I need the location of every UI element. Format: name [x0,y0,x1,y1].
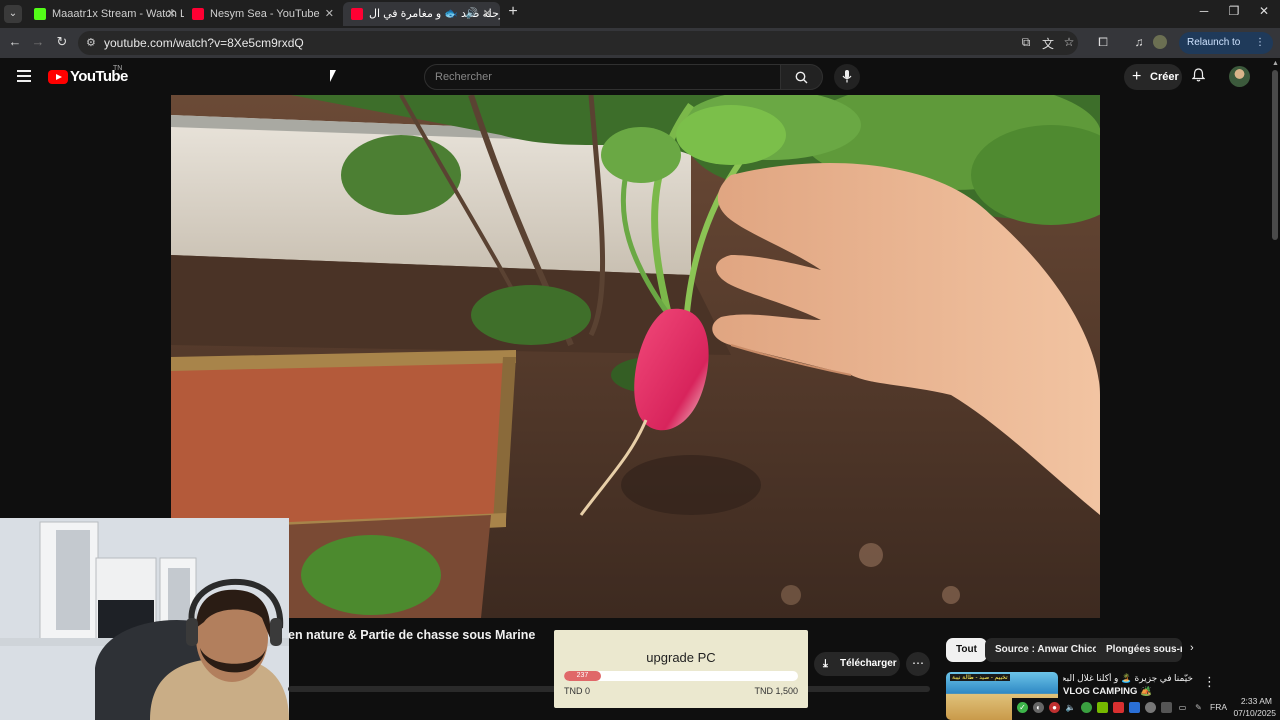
chevron-right-icon[interactable]: › [1190,642,1194,654]
scroll-up-arrow-icon[interactable]: ▲ [1272,60,1279,67]
goal-max-label: TND 1,500 [754,686,798,696]
back-button[interactable]: ← [6,34,24,49]
download-label: Télécharger [840,658,897,669]
network-icon[interactable]: ▭ [1177,702,1188,713]
browser-toolbar: ← → ↻ ⚙ youtube.com/watch?v=8Xe5cm9rxdQ … [0,28,1280,70]
goal-progress-bar: 237 [564,671,798,681]
youtube-play-icon [48,70,68,84]
close-window-button[interactable]: ✕ [1254,4,1274,18]
mouse-cursor [330,70,336,82]
extensions-icon[interactable]: ⧠ [1095,35,1111,50]
scrollbar-thumb[interactable] [1272,70,1278,240]
browser-tab-strip: ⌄ Maaatr1x Stream - Watch Live o ✕ Nesym… [0,0,1280,28]
menu-icon[interactable] [17,70,31,82]
more-actions-button[interactable]: ⋯ [906,652,930,676]
create-label: Créer [1150,71,1179,83]
relaunch-to-update-button[interactable]: Relaunch to update ⋮ [1179,32,1273,70]
tray-app-icon[interactable] [1145,702,1156,713]
forward-button[interactable]: → [29,34,47,49]
video-title: en nature & Partie de chasse sous Marine [288,628,536,642]
chip-all[interactable]: Tout [946,638,987,662]
notifications-bell-icon[interactable] [1191,68,1206,85]
youtube-icon [351,8,363,20]
goal-title: upgrade PC [646,650,716,665]
volume-icon[interactable]: 🔈 [1065,702,1076,713]
tab-nesym-sea[interactable]: Nesym Sea - YouTube ✕ [184,2,342,26]
address-bar[interactable]: ⚙ youtube.com/watch?v=8Xe5cm9rxdQ [78,31,1078,55]
country-code: TN [113,65,123,72]
account-avatar[interactable] [1229,66,1250,87]
tray-mic-muted-icon[interactable]: ● [1049,702,1060,713]
reload-button[interactable]: ↻ [53,34,71,50]
tab-label: Maaatr1x Stream - Watch Live o [52,8,184,20]
close-icon[interactable]: ✕ [325,2,334,26]
tray-app-icon[interactable] [1081,702,1092,713]
thumbnail-caption: تخييم - صيد - طالة نيبة [950,674,1010,681]
tab-label: رحلة صيد 🐟 و مغامرة في ال [369,8,500,20]
create-button[interactable]: + Créer [1124,64,1182,90]
webcam-overlay [0,518,289,720]
restore-button[interactable]: ❐ [1224,4,1244,18]
tab-kick-stream[interactable]: Maaatr1x Stream - Watch Live o ✕ [26,2,184,26]
close-icon[interactable]: ✕ [483,2,492,26]
minimize-button[interactable]: ─ [1194,4,1214,18]
search-button[interactable] [780,64,823,90]
language-indicator[interactable]: FRA [1210,702,1227,712]
clock-time[interactable]: 2:33 AM [1226,696,1272,706]
search-icon [795,71,808,84]
translate-icon[interactable]: 文 [1040,35,1056,52]
chip-diving[interactable]: Plongées sous-m [1096,638,1182,662]
video-frame-garden-radish [171,95,1100,618]
recommendation-subtitle[interactable]: VLOG CAMPING 🏕️ [1063,686,1193,697]
recommendation-title[interactable]: خيّمنا في جزيرة 🏝️ و أكلنا غلال البحر [1063,673,1193,684]
download-button[interactable]: ⤓ Télécharger [814,652,900,676]
clock-date[interactable]: 07/10/2025 [1226,708,1276,718]
voice-search-button[interactable] [834,64,860,90]
site-info-icon[interactable]: ⚙ [86,36,96,49]
install-app-icon[interactable]: ⧉ [1018,35,1034,50]
pen-icon[interactable]: ✎ [1193,702,1204,713]
tab-current-video[interactable]: رحلة صيد 🐟 و مغامرة في ال 🔊 ✕ [343,2,500,26]
search-input[interactable]: Rechercher [424,64,781,90]
media-control-icon[interactable]: ♫ [1131,35,1147,49]
youtube-header: YouTube TN Rechercher + Créer [0,58,1270,96]
tray-app-icon[interactable]: ✓ [1017,702,1028,713]
donation-goal-widget: upgrade PC 237 TND 0 TND 1,500 [554,630,808,708]
chip-source-channel[interactable]: Source : Anwar Chico [985,638,1109,662]
tray-app-icon[interactable]: ◐ [1033,702,1044,713]
tab-label: Nesym Sea - YouTube [210,8,320,20]
new-tab-button[interactable]: + [504,3,522,21]
webcam-feed-streamer [0,518,289,720]
url-text: youtube.com/watch?v=8Xe5cm9rxdQ [104,36,304,50]
bookmark-star-icon[interactable]: ☆ [1061,35,1077,49]
speaker-icon[interactable]: 🔊 [466,2,478,26]
goal-progress-fill: 237 [564,671,601,681]
tray-app-icon[interactable] [1161,702,1172,713]
nvidia-icon[interactable] [1097,702,1108,713]
youtube-icon [192,8,204,20]
tray-app-icon[interactable] [1113,702,1124,713]
tab-search-button[interactable]: ⌄ [4,5,22,23]
goal-min-label: TND 0 [564,686,591,696]
plus-icon: + [1132,68,1142,85]
video-player[interactable] [171,95,1100,618]
kick-icon [34,8,46,20]
tray-app-icon[interactable] [1129,702,1140,713]
close-icon[interactable]: ✕ [167,2,176,26]
more-vert-icon[interactable]: ⋮ [1203,674,1216,690]
search-placeholder: Rechercher [435,71,492,83]
more-vert-icon: ⋮ [1255,37,1265,48]
download-icon: ⤓ [823,658,828,670]
microphone-icon [842,70,852,83]
profile-avatar-icon[interactable] [1153,35,1167,49]
